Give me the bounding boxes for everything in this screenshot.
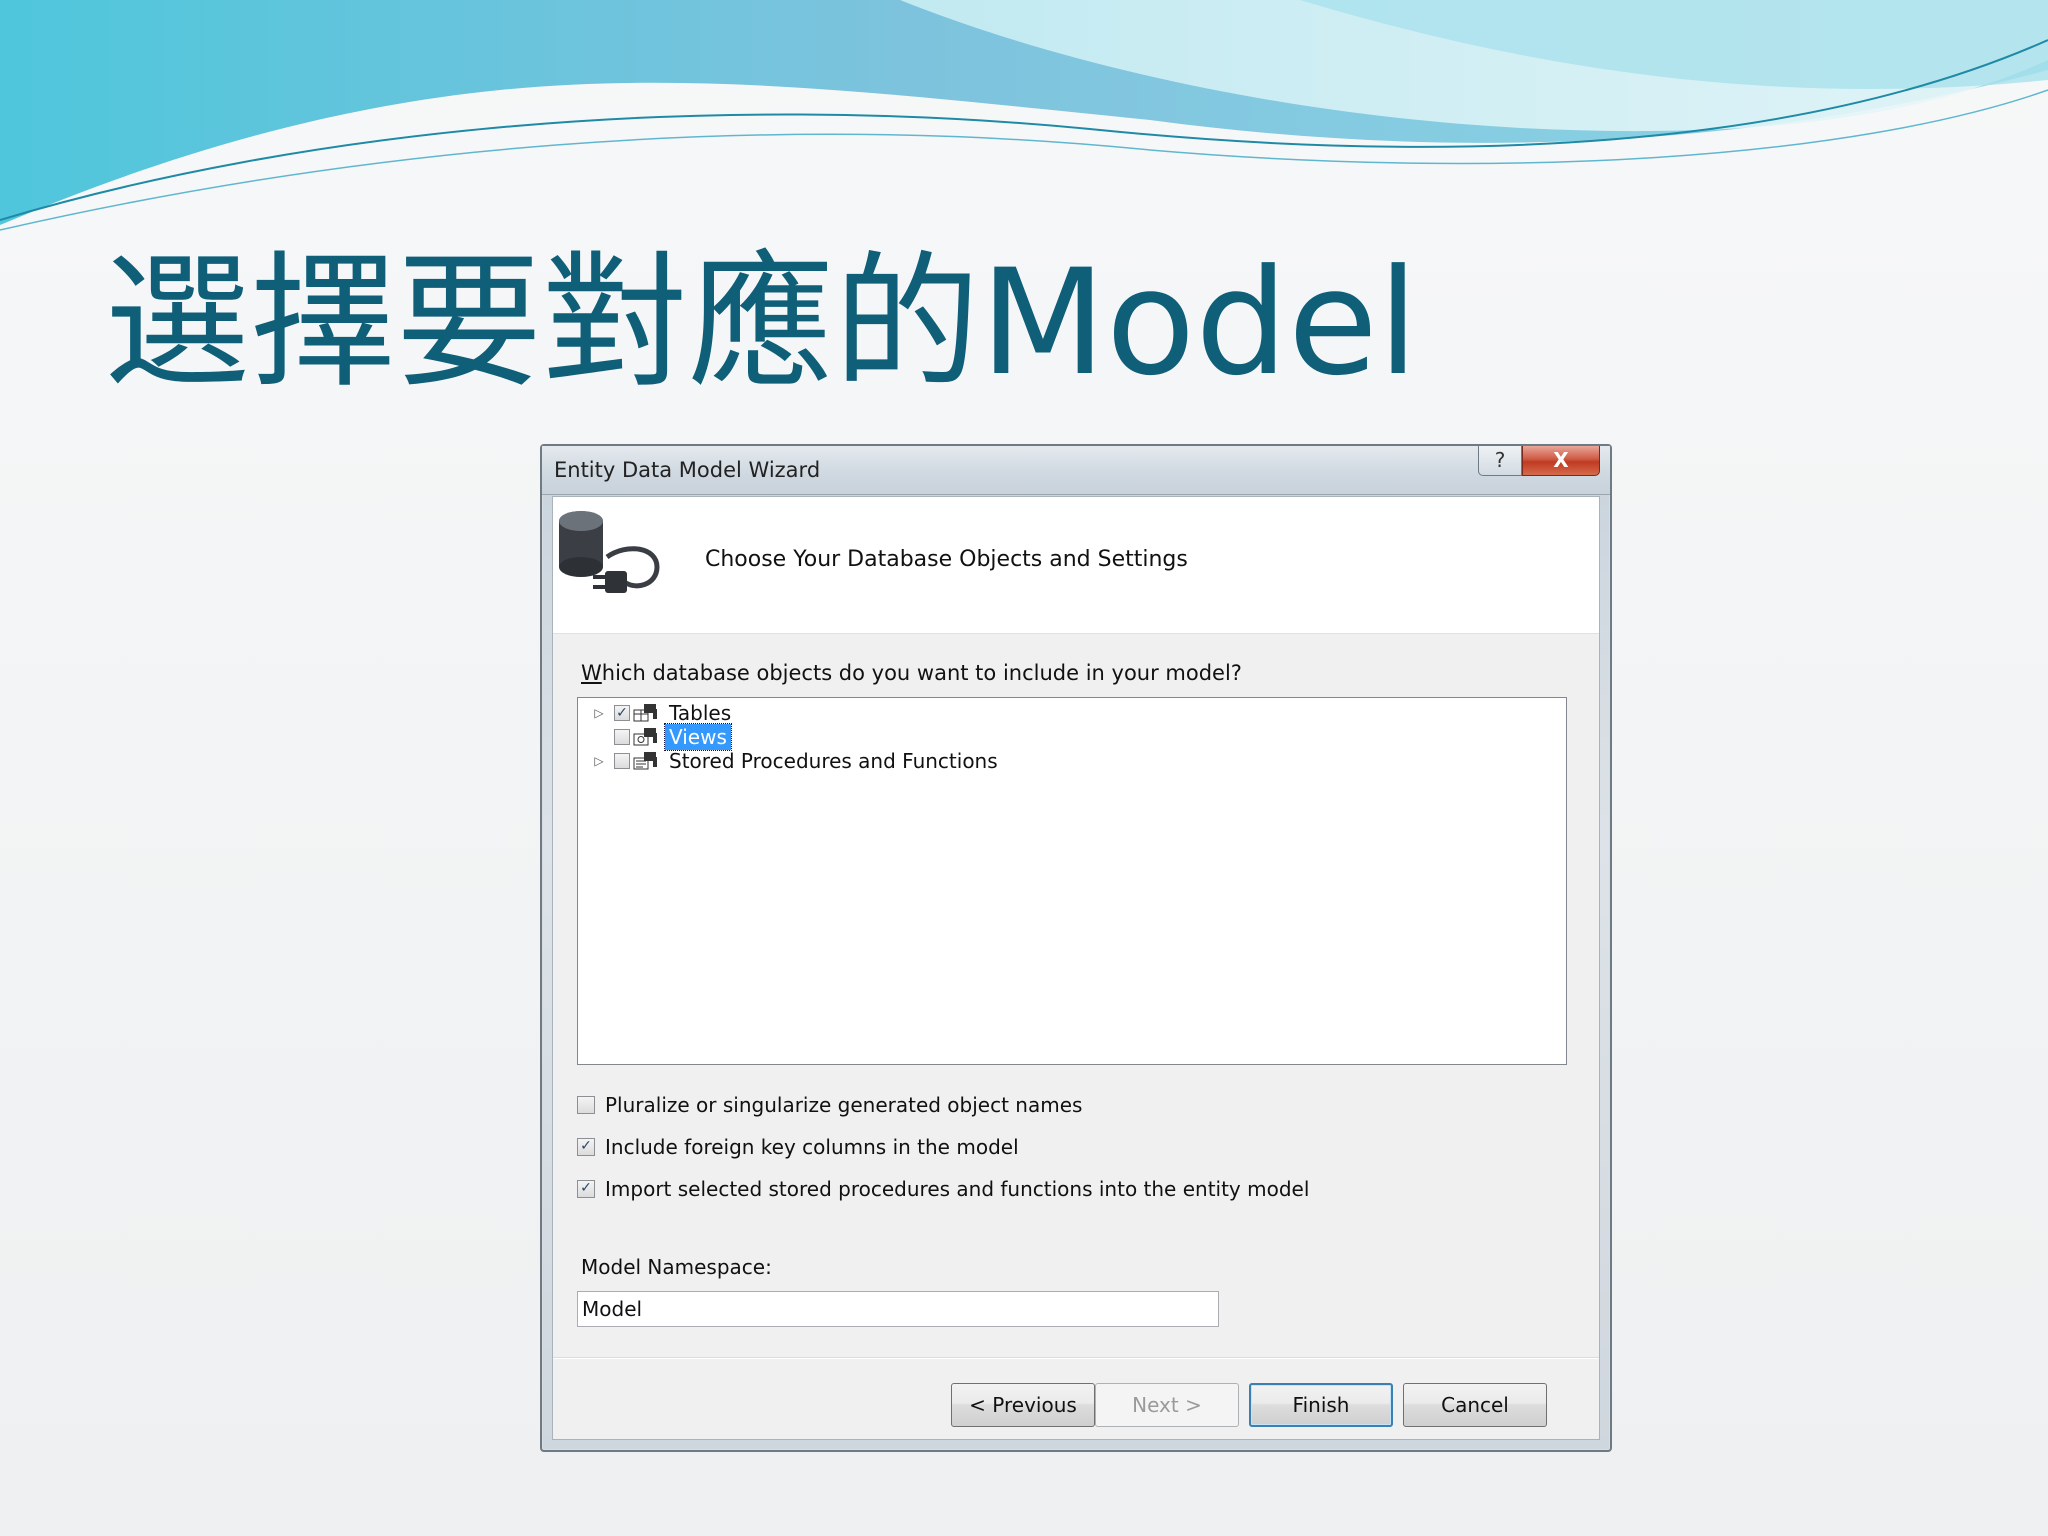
pluralize-checkbox[interactable]: [577, 1096, 595, 1114]
dialog-titlebar[interactable]: Entity Data Model Wizard ? X: [542, 446, 1610, 495]
previous-button[interactable]: < Previous: [951, 1383, 1095, 1427]
slide-title: 選擇要對應的Model: [104, 238, 1419, 408]
stored-procedure-icon: [633, 752, 657, 770]
tree-item-stored-procedures[interactable]: ▷ Stored Procedures and Functions: [578, 746, 1002, 776]
objects-question-label: Which database objects do you want to in…: [581, 661, 1242, 685]
cancel-button[interactable]: Cancel: [1403, 1383, 1547, 1427]
question-text-rest: hich database objects do you want to inc…: [601, 661, 1242, 685]
close-icon: X: [1553, 448, 1569, 472]
model-namespace-input[interactable]: [577, 1291, 1219, 1327]
titlebar-buttons: ? X: [1478, 446, 1600, 476]
table-icon: [633, 704, 657, 722]
import-procedures-option[interactable]: ✓ Import selected stored procedures and …: [577, 1177, 1309, 1201]
help-button[interactable]: ?: [1478, 446, 1522, 476]
view-icon: [633, 728, 657, 746]
dialog-title: Entity Data Model Wizard: [554, 458, 821, 482]
views-checkbox[interactable]: [614, 729, 630, 745]
entity-data-model-wizard-dialog: Entity Data Model Wizard ? X Choose Your…: [540, 444, 1612, 1452]
stored-procedures-checkbox[interactable]: [614, 753, 630, 769]
wizard-step-title: Choose Your Database Objects and Setting…: [705, 547, 1188, 572]
help-icon: ?: [1494, 448, 1506, 472]
import-procedures-checkbox[interactable]: ✓: [577, 1180, 595, 1198]
header-wave-decoration: [0, 0, 2048, 231]
footer-separator: [553, 1357, 1599, 1359]
database-connection-icon: [559, 511, 660, 593]
dialog-client-area: Choose Your Database Objects and Setting…: [552, 496, 1600, 1440]
tree-item-label[interactable]: Stored Procedures and Functions: [665, 748, 1002, 774]
slide: 選擇要對應的Model Entity Data Model Wizard ? X: [0, 0, 2048, 1536]
foreign-keys-option[interactable]: ✓ Include foreign key columns in the mod…: [577, 1135, 1019, 1159]
expand-arrow-icon[interactable]: ▷: [592, 706, 606, 720]
wizard-header: Choose Your Database Objects and Setting…: [553, 497, 1599, 634]
close-button[interactable]: X: [1522, 446, 1600, 476]
pluralize-option[interactable]: Pluralize or singularize generated objec…: [577, 1093, 1082, 1117]
database-objects-tree[interactable]: ▷ ✓ Tables Views ▷ Stored Procedures and…: [577, 697, 1567, 1065]
pluralize-label: Pluralize or singularize generated objec…: [605, 1093, 1083, 1117]
question-first-letter: W: [581, 661, 602, 685]
finish-button[interactable]: Finish: [1249, 1383, 1393, 1427]
foreign-keys-checkbox[interactable]: ✓: [577, 1138, 595, 1156]
foreign-keys-label: Include foreign key columns in the model: [605, 1135, 1019, 1159]
expand-arrow-icon[interactable]: ▷: [592, 754, 606, 768]
model-namespace-label: Model Namespace:: [581, 1255, 772, 1279]
next-button[interactable]: Next >: [1095, 1383, 1239, 1427]
tables-checkbox[interactable]: ✓: [614, 705, 630, 721]
import-procedures-label: Import selected stored procedures and fu…: [605, 1177, 1310, 1201]
